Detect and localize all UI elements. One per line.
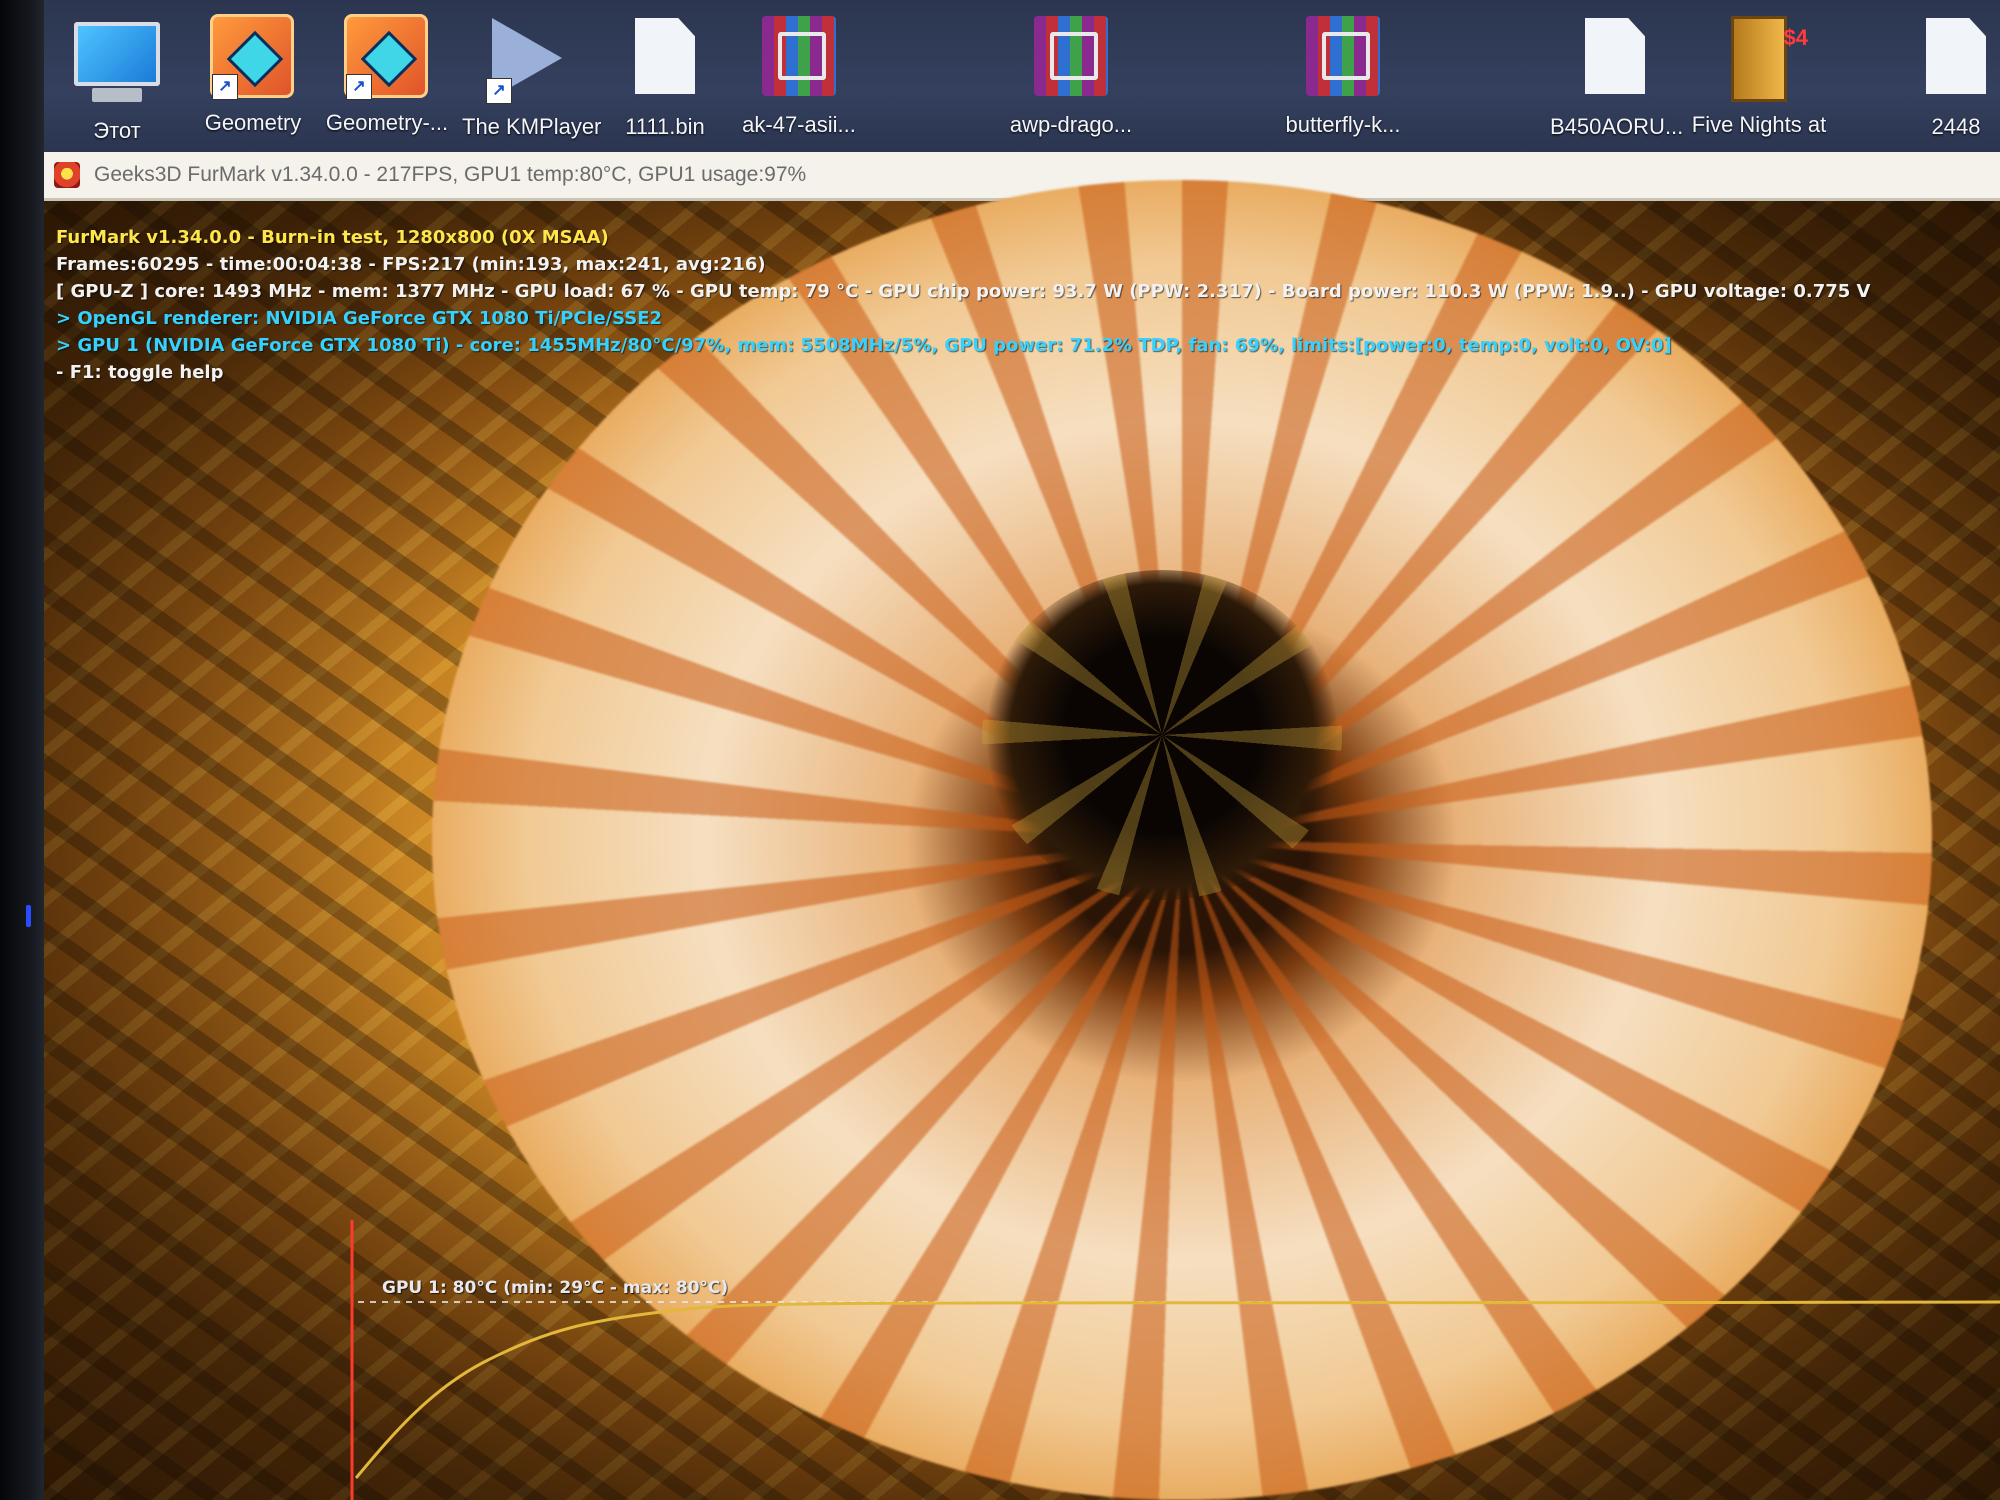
- desktop-icon-label: awp-drago...: [1009, 112, 1133, 137]
- geometry-dash-icon: ↗: [210, 14, 296, 100]
- graph-temp-line: [354, 1300, 2000, 1479]
- winrar-archive-icon: [1300, 16, 1386, 102]
- winrar-archive-icon: [1028, 16, 1114, 102]
- desktop-icon-fnaf[interactable]: $4 Five Nights at: [1684, 14, 1834, 152]
- osd-help-hint: - F1: toggle help: [56, 362, 224, 383]
- desktop-icon-label: Five Nights at: [1691, 112, 1827, 137]
- window-title: Geeks3D FurMark v1.34.0.0 - 217FPS, GPU1…: [94, 163, 807, 186]
- desktop-icon-this-pc[interactable]: Этот: [52, 14, 182, 152]
- desktop-icon-geometry-2[interactable]: ↗ Geometry-...: [322, 14, 452, 152]
- desktop-icon-1111-bin[interactable]: 1111.bin: [600, 14, 730, 152]
- desktop-icon-label: Geometry-...: [325, 110, 449, 135]
- desktop-icon-label: butterfly-k...: [1285, 112, 1401, 137]
- geometry-dash-icon: ↗: [344, 14, 430, 100]
- osd-frames: Frames:60295 - time:00:04:38 - FPS:217 (…: [56, 254, 766, 275]
- desktop-icon-butterfly[interactable]: butterfly-k...: [1278, 14, 1408, 152]
- osd-renderer: > OpenGL renderer: NVIDIA GeForce GTX 10…: [56, 308, 663, 329]
- file-icon: [1572, 18, 1658, 104]
- desktop-icon-2448[interactable]: 2448: [1916, 14, 1996, 152]
- winrar-archive-icon: [756, 16, 842, 102]
- kmplayer-icon: ↗: [484, 18, 570, 104]
- power-led: [26, 905, 31, 927]
- desktop-icon-label: 2448: [1931, 114, 1981, 139]
- fur-donut-center: [982, 570, 1342, 900]
- desktop-icon-ak47[interactable]: ak-47-asii...: [734, 14, 864, 152]
- osd-gpuz: [ GPU-Z ] core: 1493 MHz - mem: 1377 MHz…: [56, 281, 1871, 302]
- furmark-icon: [54, 162, 80, 188]
- desktop-icon-geometry[interactable]: ↗ Geometry: [188, 14, 318, 152]
- desktop-icon-label: 1111.bin: [625, 114, 705, 139]
- desktop-icon-label: Geometry: [204, 110, 302, 135]
- desktop-icon-label: ak-47-asii...: [742, 112, 856, 137]
- osd-title: FurMark v1.34.0.0 - Burn-in test, 1280x8…: [56, 227, 609, 248]
- desktop-icon-label: Этот: [93, 118, 141, 143]
- monitor-bezel: [0, 0, 44, 1500]
- window-title-bar[interactable]: Geeks3D FurMark v1.34.0.0 - 217FPS, GPU1…: [44, 152, 2000, 201]
- desktop: Этот ↗ Geometry ↗ Geometry-... ↗ The KMP…: [44, 0, 2000, 152]
- desktop-icon-label: The KMPlayer: [462, 114, 602, 139]
- desktop-icon-kmplayer[interactable]: ↗ The KMPlayer: [462, 14, 602, 152]
- file-icon: [1926, 18, 1986, 104]
- fnaf-door-icon: $4: [1716, 16, 1808, 102]
- temperature-graph: [350, 1220, 2000, 1500]
- computer-icon: [74, 22, 160, 108]
- desktop-icon-b450[interactable]: B450AORU...: [1550, 14, 1684, 152]
- osd-gpu1: > GPU 1 (NVIDIA GeForce GTX 1080 Ti) - c…: [56, 335, 1672, 356]
- temperature-graph-label: GPU 1: 80°C (min: 29°C - max: 80°C): [382, 1278, 729, 1298]
- file-icon: [622, 18, 708, 104]
- desktop-icon-awp[interactable]: awp-drago...: [1006, 14, 1136, 152]
- desktop-icon-label: B450AORU...: [1550, 114, 1684, 139]
